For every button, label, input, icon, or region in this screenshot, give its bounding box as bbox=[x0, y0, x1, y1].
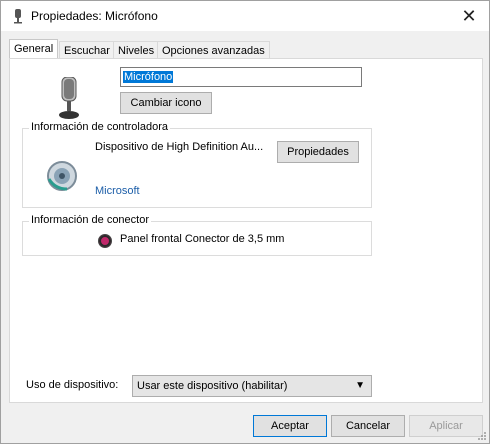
driver-properties-button[interactable]: Propiedades bbox=[277, 141, 359, 163]
window-title: Propiedades: Micrófono bbox=[31, 9, 158, 23]
general-tab-panel: Micrófono Cambiar icono Información de c… bbox=[9, 58, 483, 403]
device-name-field[interactable]: Micrófono bbox=[120, 67, 362, 87]
device-usage-select[interactable]: Usar este dispositivo (habilitar) ▼ bbox=[132, 375, 372, 397]
device-usage-label: Uso de dispositivo: bbox=[26, 379, 119, 391]
close-button[interactable]: ✕ bbox=[457, 5, 481, 27]
device-name-value: Micrófono bbox=[123, 71, 174, 83]
chevron-down-icon: ▼ bbox=[355, 380, 365, 391]
connector-jack-text: Panel frontal Conector de 3,5 mm bbox=[120, 233, 285, 245]
cancel-button[interactable]: Cancelar bbox=[331, 415, 405, 437]
properties-dialog: Propiedades: Micrófono ✕ General Escucha… bbox=[0, 0, 490, 444]
connector-info-legend: Información de conector bbox=[29, 214, 152, 226]
controller-info-legend: Información de controladora bbox=[29, 121, 170, 133]
manufacturer-link[interactable]: Microsoft bbox=[95, 185, 140, 197]
jack-color-icon bbox=[98, 234, 112, 248]
connector-info-group: Información de conector Panel frontal Co… bbox=[22, 214, 372, 256]
microphone-device-icon bbox=[59, 77, 79, 119]
tab-general[interactable]: General bbox=[9, 39, 59, 60]
device-usage-value: Usar este dispositivo (habilitar) bbox=[137, 380, 288, 392]
controller-info-group: Información de controladora Dispositivo … bbox=[22, 121, 372, 208]
title-bar: Propiedades: Micrófono ✕ bbox=[1, 1, 489, 31]
speaker-driver-icon bbox=[47, 161, 77, 191]
change-icon-button[interactable]: Cambiar icono bbox=[120, 92, 212, 114]
microphone-icon bbox=[14, 9, 22, 24]
controller-device-name: Dispositivo de High Definition Au... bbox=[95, 141, 264, 153]
resize-grip-icon[interactable] bbox=[477, 431, 487, 441]
apply-button[interactable]: Aplicar bbox=[409, 415, 483, 437]
ok-button[interactable]: Aceptar bbox=[253, 415, 327, 437]
